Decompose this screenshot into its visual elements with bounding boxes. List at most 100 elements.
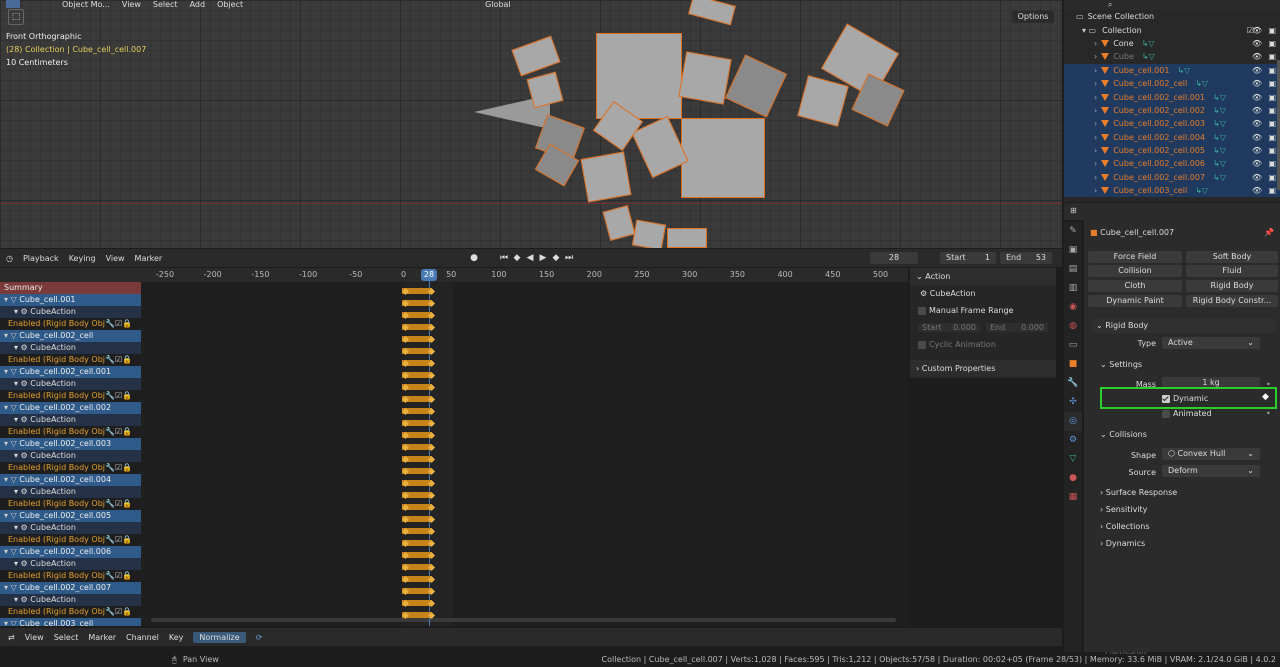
start-frame-field[interactable]: Start 1: [940, 252, 996, 264]
outliner-item[interactable]: › Cube_cell.002_cell.003 ↳▽ 👁 ▣: [1064, 117, 1280, 131]
action-name[interactable]: ⚙ CubeAction: [910, 285, 1056, 302]
prev-keyframe-icon[interactable]: ◆: [511, 252, 523, 264]
outliner-item[interactable]: › Cube ↳▽ 👁 ▣: [1064, 50, 1280, 63]
eye-icon[interactable]: 👁: [1252, 104, 1262, 117]
outliner-item[interactable]: › Cube_cell.002_cell ↳▽ 👁 ▣: [1064, 76, 1280, 91]
pin-icon[interactable]: 📌: [1264, 228, 1274, 237]
cloth-button[interactable]: Cloth: [1088, 280, 1182, 292]
current-frame-field[interactable]: 28: [870, 252, 918, 264]
data-tab-icon[interactable]: ▽: [1064, 450, 1082, 469]
menu-add[interactable]: Add: [190, 0, 206, 9]
rigid-body-constraint-button[interactable]: Rigid Body Constr...: [1186, 295, 1278, 307]
object-channel-row[interactable]: ▾ ▽ Cube_cell.001: [0, 294, 141, 306]
fcurve-channel-row[interactable]: Enabled (Rigid Body Obj🔧☑🔒: [0, 354, 141, 366]
manual-range-checkbox[interactable]: [918, 306, 926, 315]
material-tab-icon[interactable]: ●: [1064, 469, 1082, 488]
fcurve-channel-row[interactable]: Enabled (Rigid Body Obj🔧☑🔒: [0, 570, 141, 582]
expand-icon[interactable]: ›: [1094, 91, 1097, 104]
summary-row[interactable]: Summary: [0, 282, 141, 294]
menu-select[interactable]: Select: [153, 0, 178, 9]
record-icon[interactable]: ●: [468, 252, 480, 264]
surface-response-subpanel[interactable]: › Surface Response: [1100, 488, 1177, 497]
expand-icon[interactable]: ›: [1094, 144, 1097, 157]
object-channel-row[interactable]: ▾ ▽ Cube_cell.002_cell.002: [0, 402, 141, 414]
expand-icon[interactable]: ›: [1094, 77, 1097, 90]
menu-view[interactable]: View: [106, 254, 125, 263]
play-reverse-icon[interactable]: ◀: [524, 252, 536, 264]
dynamics-subpanel[interactable]: › Dynamics: [1100, 539, 1145, 548]
outliner-item[interactable]: › Cone ↳▽ 👁 ▣: [1064, 37, 1280, 50]
cube-fragment[interactable]: [631, 219, 667, 248]
camera-icon[interactable]: ▣: [1268, 117, 1276, 130]
outliner-item[interactable]: › Cube_cell.002_cell.001 ↳▽ 👁 ▣: [1064, 90, 1280, 104]
animated-keyframe-dot[interactable]: •: [1266, 409, 1271, 418]
eye-icon[interactable]: 👁: [1252, 131, 1262, 144]
outliner[interactable]: ⌕ ▭ Scene Collection ▾ ▭ Collection ☑ 👁 ▣ › C…: [1064, 0, 1280, 202]
expand-icon[interactable]: ›: [1094, 131, 1097, 144]
particles-tab-icon[interactable]: ✣: [1064, 393, 1082, 412]
object-channel-row[interactable]: ▾ ▽ Cube_cell.002_cell.003: [0, 438, 141, 450]
eye-icon[interactable]: 👁: [1252, 157, 1262, 170]
camera-icon[interactable]: ▣: [1268, 77, 1276, 90]
camera-icon[interactable]: ▣: [1268, 91, 1276, 104]
sensitivity-subpanel[interactable]: › Sensitivity: [1100, 505, 1147, 514]
eye-icon[interactable]: 👁: [1252, 184, 1262, 197]
action-channel-row[interactable]: ▾ ⚙ CubeAction: [0, 522, 141, 534]
outliner-item[interactable]: › Cube_cell.001 ↳▽ 👁 ▣: [1064, 63, 1280, 77]
fluid-button[interactable]: Fluid: [1186, 265, 1278, 277]
horizontal-scrollbar[interactable]: [151, 618, 896, 622]
eye-icon[interactable]: 👁: [1252, 117, 1262, 130]
eye-icon[interactable]: 👁: [1252, 64, 1262, 77]
eye-icon[interactable]: 👁: [1252, 77, 1262, 90]
outliner-item[interactable]: › Cube_cell.003_cell ↳▽ 👁 ▣: [1064, 184, 1280, 198]
eye-icon[interactable]: 👁: [1252, 171, 1262, 184]
properties-editor-icon[interactable]: ⊞: [1070, 206, 1077, 215]
rigid-body-button[interactable]: Rigid Body: [1186, 280, 1278, 292]
fcurve-channel-row[interactable]: Enabled (Rigid Body Obj🔧☑🔒: [0, 534, 141, 546]
camera-icon[interactable]: ▣: [1268, 171, 1276, 184]
camera-icon[interactable]: ▣: [1268, 64, 1276, 77]
object-channel-row[interactable]: ▾ ▽ Cube_cell.002_cell.006: [0, 546, 141, 558]
camera-icon[interactable]: ▣: [1268, 50, 1276, 63]
constraints-tab-icon[interactable]: ⚙: [1064, 431, 1082, 450]
3d-viewport[interactable]: Object Mo... View Select Add Object Glob…: [0, 0, 1062, 248]
eye-icon[interactable]: 👁: [1252, 91, 1262, 104]
expand-icon[interactable]: ›: [1094, 104, 1097, 117]
fcurve-channel-row[interactable]: Enabled (Rigid Body Obj🔧☑🔒: [0, 606, 141, 618]
collection-row[interactable]: ▾ ▭ Collection ☑ 👁 ▣: [1064, 23, 1280, 36]
outliner-item[interactable]: › Cube_cell.002_cell.006 ↳▽ 👁 ▣: [1064, 157, 1280, 171]
object-channel-row[interactable]: ▾ ▽ Cube_cell.002_cell.004: [0, 474, 141, 486]
collision-button[interactable]: Collision: [1088, 265, 1182, 277]
render-tab-icon[interactable]: ▣: [1064, 241, 1082, 260]
cube-fragment[interactable]: [667, 228, 707, 248]
cube-fragment[interactable]: [681, 118, 765, 198]
camera-icon[interactable]: ▣: [1268, 157, 1276, 170]
footer-menu-marker[interactable]: Marker: [88, 633, 116, 642]
action-channel-row[interactable]: ▾ ⚙ CubeAction: [0, 414, 141, 426]
menu-object[interactable]: Object: [217, 0, 243, 9]
action-channel-row[interactable]: ▾ ⚙ CubeAction: [0, 342, 141, 354]
soft-body-button[interactable]: Soft Body: [1186, 251, 1278, 263]
eye-icon[interactable]: 👁: [1252, 144, 1262, 157]
end-frame-field[interactable]: End 53: [1000, 252, 1052, 264]
camera-icon[interactable]: ▣: [1268, 104, 1276, 117]
dynamic-paint-button[interactable]: Dynamic Paint: [1088, 295, 1182, 307]
cube-fragment[interactable]: [678, 51, 732, 105]
camera-icon[interactable]: ▣: [1268, 37, 1276, 50]
expand-icon[interactable]: ›: [1094, 171, 1097, 184]
scene-collection[interactable]: ▭ Scene Collection: [1064, 10, 1280, 23]
world-tab-icon[interactable]: ◍: [1064, 317, 1082, 336]
footer-menu-channel[interactable]: Channel: [126, 633, 159, 642]
action-channel-row[interactable]: ▾ ⚙ CubeAction: [0, 558, 141, 570]
outliner-item[interactable]: › Cube_cell.002_cell.007 ↳▽ 👁 ▣: [1064, 170, 1280, 185]
animated-checkbox-row[interactable]: Animated: [1162, 409, 1212, 418]
select-mode-icon[interactable]: [6, 0, 20, 8]
force-field-button[interactable]: Force Field: [1088, 251, 1182, 263]
scene-tab-icon[interactable]: ◉: [1064, 298, 1082, 317]
source-dropdown[interactable]: Deform ⌄: [1162, 465, 1260, 477]
expand-icon[interactable]: ›: [1094, 184, 1097, 197]
dopesheet-channel-list[interactable]: Summary ▾ ▽ Cube_cell.001 ▾ ⚙ CubeAction E…: [0, 268, 141, 626]
transform-orientation[interactable]: Global: [485, 0, 511, 9]
collection-tab-icon[interactable]: ▭: [1064, 336, 1082, 355]
action-channel-row[interactable]: ▾ ⚙ CubeAction: [0, 486, 141, 498]
